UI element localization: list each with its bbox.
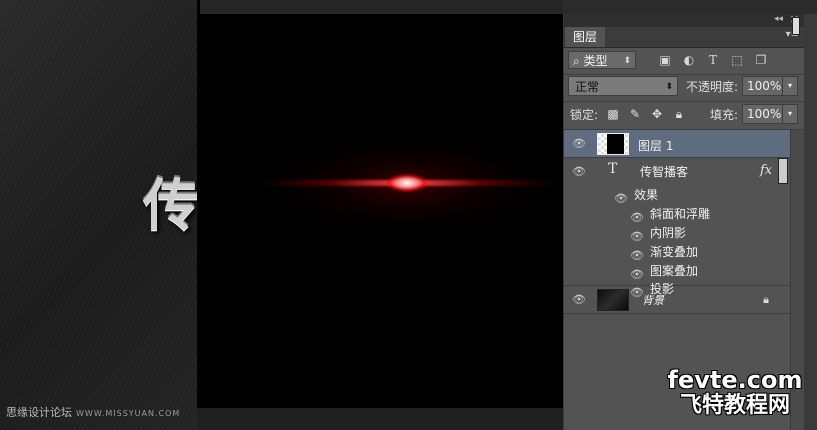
lock-label: 锁定: bbox=[570, 108, 599, 122]
adjustment-filter-icon[interactable]: ◐ bbox=[682, 53, 696, 67]
layer-row-background[interactable]: 👁︎ 背景 🔒︎ bbox=[564, 286, 790, 314]
lock-all-icon[interactable]: 🔒︎ bbox=[672, 106, 686, 122]
visibility-eye-icon[interactable]: 👁︎ bbox=[630, 250, 644, 262]
image-filter-icon[interactable]: ▣ bbox=[658, 53, 672, 67]
opacity-input[interactable]: 100% ▾ bbox=[742, 76, 798, 96]
blend-row: 正常 ⬍ 不透明度: 100% ▾ bbox=[564, 76, 798, 100]
workspace-pasteboard bbox=[197, 408, 567, 430]
fx-icon[interactable]: fx bbox=[760, 163, 772, 178]
watermark-right-cn: 飞特教程网 bbox=[679, 393, 790, 418]
layer-name: 传智播客 bbox=[640, 165, 689, 179]
panel-title-bar[interactable]: ◂◂ ✕ bbox=[564, 13, 805, 27]
smart-object-filter-icon[interactable]: ❐ bbox=[754, 53, 768, 67]
updown-arrow-icon: ⬍ bbox=[623, 56, 631, 66]
fill-dropdown-icon[interactable]: ▾ bbox=[782, 105, 797, 123]
effects-expand-handle[interactable] bbox=[778, 158, 788, 184]
opacity-dropdown-icon[interactable]: ▾ bbox=[782, 77, 797, 95]
opacity-value: 100% bbox=[747, 79, 782, 93]
opacity-label: 不透明度: bbox=[686, 80, 739, 94]
tab-layers[interactable]: 图层 bbox=[565, 27, 605, 47]
divider bbox=[564, 101, 805, 102]
watermark-left-url: WWW.MISSYUAN.COM bbox=[76, 409, 181, 418]
visibility-eye-icon[interactable]: 👁︎ bbox=[572, 166, 586, 178]
canvas-metal-text-glyph: 传 bbox=[143, 174, 199, 239]
updown-arrow-icon: ⬍ bbox=[665, 82, 673, 92]
layer-thumbnail bbox=[597, 289, 629, 311]
lock-image-icon[interactable]: ✎ bbox=[628, 106, 642, 122]
effect-name: 图案叠加 bbox=[650, 264, 699, 278]
search-icon: ⌕ bbox=[573, 54, 584, 68]
workspace-top-strip bbox=[200, 0, 563, 14]
effect-name: 渐变叠加 bbox=[650, 245, 699, 259]
layer-name: 背景 bbox=[642, 294, 664, 307]
visibility-eye-icon[interactable]: 👁︎ bbox=[630, 212, 644, 224]
filter-toggle-switch[interactable] bbox=[792, 17, 800, 35]
layer-thumbnail bbox=[597, 133, 629, 155]
layer-row-text[interactable]: 👁︎ T 传智播客 fx 👁︎ 效果 👁︎ 斜面和浮雕 👁︎ 内阴影 👁︎ 渐变… bbox=[564, 158, 790, 299]
layer-filter-row: ⌕ 类型 ⬍ ▣ ◐ T ⬚ ❐ bbox=[564, 48, 790, 74]
layer-name: 图层 1 bbox=[638, 139, 674, 153]
text-layer-icon: T bbox=[608, 161, 618, 177]
document-canvas[interactable] bbox=[197, 0, 563, 408]
lock-position-icon[interactable]: ✥ bbox=[650, 106, 664, 122]
filter-kind-select[interactable]: ⌕ 类型 ⬍ bbox=[568, 51, 636, 69]
watermark-left: 思缘设计论坛 WWW.MISSYUAN.COM bbox=[6, 404, 180, 420]
fill-input[interactable]: 100% ▾ bbox=[742, 104, 798, 124]
double-chevron-left-icon[interactable]: ◂◂ bbox=[774, 14, 783, 24]
lens-flare-core bbox=[387, 174, 427, 192]
lock-transparent-icon[interactable]: ▩ bbox=[606, 106, 620, 122]
effects-label: 效果 bbox=[634, 188, 659, 202]
divider bbox=[564, 74, 805, 75]
filter-kind-label: 类型 bbox=[583, 54, 608, 68]
visibility-eye-icon[interactable]: 👁︎ bbox=[630, 269, 644, 281]
lock-row: 锁定: ▩ ✎ ✥ 🔒︎ 填充: 100% ▾ bbox=[564, 104, 798, 128]
lock-icon: 🔒︎ bbox=[763, 293, 769, 306]
fill-label: 填充: bbox=[710, 108, 739, 122]
watermark-left-cn: 思缘设计论坛 bbox=[6, 406, 72, 419]
type-filter-icon[interactable]: T bbox=[706, 53, 720, 67]
blend-mode-value: 正常 bbox=[575, 80, 600, 94]
effect-name: 斜面和浮雕 bbox=[650, 207, 711, 221]
watermark-right: fevte.com 飞特教程网 bbox=[656, 367, 814, 419]
watermark-right-site: fevte.com bbox=[667, 366, 803, 394]
panel-tab-bar: 图层 ▾≡ bbox=[564, 27, 805, 48]
shape-filter-icon[interactable]: ⬚ bbox=[730, 53, 744, 67]
layer-row-layer1[interactable]: 👁︎ 图层 1 bbox=[564, 130, 790, 158]
visibility-eye-icon[interactable]: 👁︎ bbox=[614, 193, 628, 205]
effect-name: 内阴影 bbox=[650, 226, 687, 240]
visibility-eye-icon[interactable]: 👁︎ bbox=[630, 231, 644, 243]
visibility-eye-icon[interactable]: 👁︎ bbox=[572, 294, 586, 306]
visibility-eye-icon[interactable]: 👁︎ bbox=[572, 138, 586, 150]
fill-value: 100% bbox=[747, 107, 782, 121]
blend-mode-select[interactable]: 正常 ⬍ bbox=[568, 76, 678, 96]
